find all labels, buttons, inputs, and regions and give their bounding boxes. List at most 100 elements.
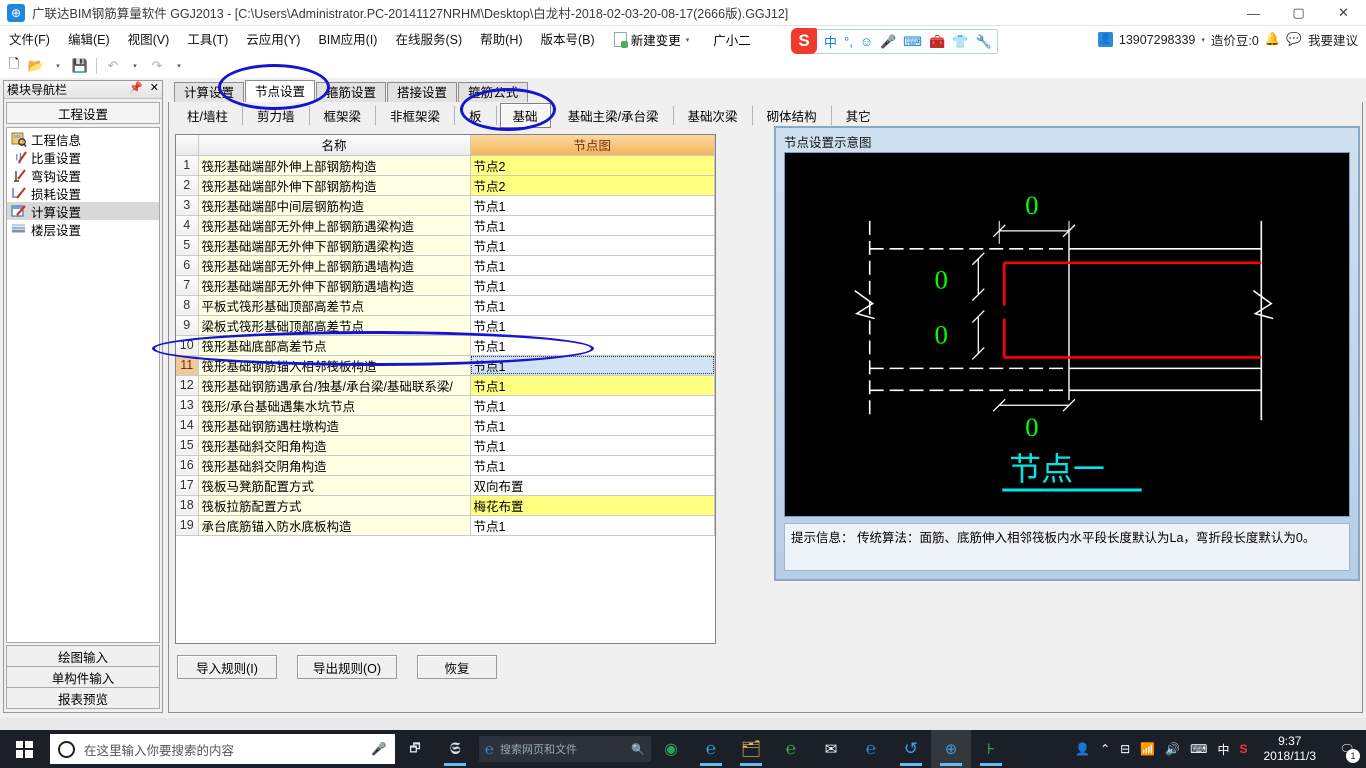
ime-cn-icon[interactable]: 中 <box>1217 741 1229 758</box>
export-rules-button[interactable]: 导出规则(O) <box>297 655 397 679</box>
sidebar-item-project-info[interactable]: 工程信息 <box>7 130 159 148</box>
account-phone[interactable]: 13907298339 <box>1119 33 1195 47</box>
tab-foundation-main-beam[interactable]: 基础主梁/承台梁 <box>554 105 674 125</box>
search-icon[interactable]: 🔍 <box>631 743 645 756</box>
row-name-cell[interactable]: 筏形基础钢筋遇承台/独基/承台梁/基础联系梁/ <box>198 375 471 396</box>
table-row[interactable]: 16 筏形基础斜交阴角构造 节点1 <box>176 455 715 476</box>
row-name-cell[interactable]: 筏形基础端部无外伸下部钢筋遇墙构造 <box>198 275 471 296</box>
ime-keyboard-icon[interactable]: ⌨ <box>903 34 922 50</box>
sogou-logo-icon[interactable]: S <box>791 28 817 54</box>
tab-masonry-structure[interactable]: 砌体结构 <box>753 105 832 125</box>
edge-icon[interactable]: ℮ <box>851 730 891 768</box>
node-diagram-canvas[interactable]: 0 0 0 0 节点一 <box>784 152 1350 517</box>
table-row[interactable]: 8 平板式筏形基础顶部高差节点 节点1 <box>176 295 715 316</box>
wifi-icon[interactable]: 📶 <box>1140 742 1155 756</box>
row-name-cell[interactable]: 筏板马凳筋配置方式 <box>198 475 471 496</box>
ime-mode-icon[interactable]: 中 <box>824 32 837 51</box>
tab-foundation[interactable]: 基础 <box>499 102 551 128</box>
close-button[interactable]: ✕ <box>1321 0 1366 26</box>
tab-stirrup-settings[interactable]: 箍筋设置 <box>316 82 387 102</box>
wps-icon[interactable]: 𝕾 <box>435 730 475 768</box>
ime-skin-icon[interactable]: 👕 <box>952 34 968 50</box>
sidebar-item-calc-settings[interactable]: 计算设置 <box>7 202 159 220</box>
close-icon[interactable]: ✕ <box>150 81 159 94</box>
undo-chevron-down-icon[interactable]: ▾ <box>125 56 145 76</box>
row-index[interactable]: 5 <box>176 235 199 256</box>
row-value-cell[interactable]: 双向布置 <box>470 475 715 496</box>
microphone-icon[interactable]: 🎤 <box>371 742 387 757</box>
keyboard-icon[interactable]: ⌨ <box>1190 742 1207 756</box>
open-folder-icon[interactable]: 📂 <box>26 56 46 76</box>
maximize-button[interactable]: ▢ <box>1276 0 1321 26</box>
usb-icon[interactable]: ⊟ <box>1120 742 1130 756</box>
chevron-down-icon[interactable]: ▾ <box>1201 36 1205 44</box>
table-row[interactable]: 17 筏板马凳筋配置方式 双向布置 <box>176 475 715 496</box>
glodon-icon[interactable]: ⊕ <box>931 730 971 768</box>
table-row[interactable]: 2 筏形基础端部外伸下部钢筋构造 节点2 <box>176 175 715 196</box>
start-button[interactable] <box>0 730 48 768</box>
open-chevron-down-icon[interactable]: ▾ <box>48 56 68 76</box>
restore-button[interactable]: 恢复 <box>417 655 497 679</box>
row-value-cell[interactable]: 节点1 <box>470 515 715 536</box>
row-name-cell[interactable]: 筏形基础斜交阴角构造 <box>198 455 471 476</box>
menu-file[interactable]: 文件(F) <box>0 26 59 54</box>
menu-view[interactable]: 视图(V) <box>119 26 179 54</box>
clock[interactable]: 9:37 2018/11/3 <box>1258 734 1323 764</box>
sidebar-item-hook-settings[interactable]: 弯钩设置 <box>7 166 159 184</box>
tab-slab[interactable]: 板 <box>455 105 497 125</box>
row-name-cell[interactable]: 筏板拉筋配置方式 <box>198 495 471 516</box>
row-index[interactable]: 13 <box>176 395 199 416</box>
redo-icon[interactable]: ↷ <box>147 56 167 76</box>
row-name-cell[interactable]: 筏形基础端部无外伸上部钢筋遇梁构造 <box>198 215 471 236</box>
feedback-label[interactable]: 我要建议 <box>1308 30 1358 49</box>
avatar[interactable]: 👤 <box>1097 32 1113 47</box>
ime-punctuation-icon[interactable]: °, <box>844 34 853 49</box>
table-row[interactable]: 5 筏形基础端部无外伸下部钢筋遇梁构造 节点1 <box>176 235 715 256</box>
table-row[interactable]: 4 筏形基础端部无外伸上部钢筋遇梁构造 节点1 <box>176 215 715 236</box>
table-row[interactable]: 15 筏形基础斜交阳角构造 节点1 <box>176 435 715 456</box>
sidebar-item-loss-settings[interactable]: 损耗设置 <box>7 184 159 202</box>
ime-toolbox-icon[interactable]: 🧰 <box>929 34 945 50</box>
row-index[interactable]: 7 <box>176 275 199 296</box>
row-value-cell[interactable]: 节点1 <box>470 435 715 456</box>
table-row[interactable]: 3 筏形基础端部中间层钢筋构造 节点1 <box>176 195 715 216</box>
table-row[interactable]: 18 筏板拉筋配置方式 梅花布置 <box>176 495 715 516</box>
row-value-cell[interactable]: 梅花布置 <box>470 495 715 516</box>
row-name-cell[interactable]: 梁板式筏形基础顶部高差节点 <box>198 315 471 336</box>
table-row[interactable]: 12 筏形基础钢筋遇承台/独基/承台梁/基础联系梁/节点1 <box>176 375 715 396</box>
row-name-cell[interactable]: 筏形基础端部外伸上部钢筋构造 <box>198 155 471 176</box>
row-value-cell[interactable]: 节点1 <box>470 395 715 416</box>
menu-bim[interactable]: BIM应用(I) <box>309 26 386 54</box>
search-input[interactable]: 在这里输入你要搜索的内容 🎤 <box>50 734 395 764</box>
row-index[interactable]: 4 <box>176 215 199 236</box>
menu-help[interactable]: 帮助(H) <box>471 26 531 54</box>
table-row[interactable]: 7 筏形基础端部无外伸下部钢筋遇墙构造 节点1 <box>176 275 715 296</box>
tab-non-frame-beam[interactable]: 非框架梁 <box>376 105 456 125</box>
undo-icon[interactable]: ↶ <box>103 56 123 76</box>
row-value-cell[interactable]: 节点1 <box>470 455 715 476</box>
row-value-cell[interactable]: 节点2 <box>470 155 715 176</box>
menu-version[interactable]: 版本号(B) <box>532 26 604 54</box>
menu-online-service[interactable]: 在线服务(S) <box>386 26 471 54</box>
row-value-cell[interactable]: 节点1 <box>470 235 715 256</box>
row-value-cell[interactable]: 节点1 <box>470 415 715 436</box>
row-value-cell[interactable]: 节点2 <box>470 175 715 196</box>
tab-frame-beam[interactable]: 框架梁 <box>310 105 377 125</box>
column-header-node-diagram[interactable]: 节点图 <box>470 135 715 156</box>
row-name-cell[interactable]: 筏形基础斜交阳角构造 <box>198 435 471 456</box>
tab-foundation-secondary-beam[interactable]: 基础次梁 <box>674 105 753 125</box>
row-name-cell[interactable]: 筏形基础端部无外伸上部钢筋遇墙构造 <box>198 255 471 276</box>
row-value-cell[interactable]: 节点1 <box>470 295 715 316</box>
mail-icon[interactable]: ✉ <box>811 730 851 768</box>
row-index[interactable]: 18 <box>176 495 199 516</box>
360-icon[interactable]: ◉ <box>651 730 691 768</box>
nav-button-report-preview[interactable]: 报表预览 <box>6 687 160 709</box>
volume-icon[interactable]: 🔊 <box>1165 742 1180 756</box>
360se-icon[interactable]: ↺ <box>891 730 931 768</box>
nav-group-project-settings[interactable]: 工程设置 <box>6 102 160 124</box>
row-index[interactable]: 19 <box>176 515 199 536</box>
row-value-cell[interactable]: 节点1 <box>470 255 715 276</box>
row-index[interactable]: 2 <box>176 175 199 196</box>
explorer-icon[interactable]: 🗂 <box>731 730 771 768</box>
table-row[interactable]: 19 承台底筋锚入防水底板构造 节点1 <box>176 515 715 536</box>
